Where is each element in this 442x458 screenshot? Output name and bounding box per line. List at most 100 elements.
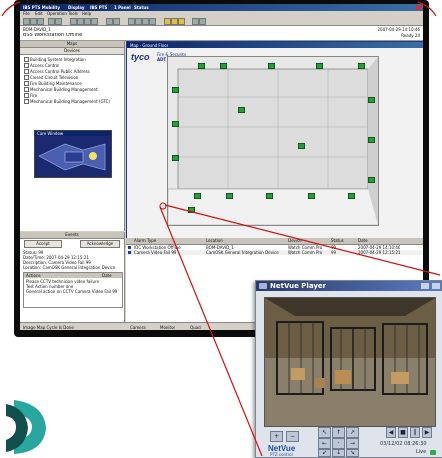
toolbar-button[interactable] — [135, 18, 142, 25]
toolbar — [20, 17, 423, 26]
date-column-header[interactable]: Date — [102, 273, 112, 278]
rewind-button[interactable]: ◀ — [386, 427, 396, 438]
toolbar-button[interactable] — [164, 18, 171, 25]
tab-status[interactable]: Status — [134, 5, 149, 10]
acknowledge-button[interactable]: Acknowledge — [80, 240, 120, 248]
map-window[interactable]: Map - Ground Floor tyco Fire & Security … — [126, 41, 423, 239]
expand-icon[interactable] — [24, 69, 29, 74]
camera-icon[interactable] — [268, 63, 275, 69]
minimize-icon[interactable] — [421, 283, 429, 289]
camera-icon[interactable] — [226, 193, 233, 199]
camera-icon[interactable] — [308, 193, 315, 199]
column-alarm-type[interactable]: Alarm Type — [134, 238, 156, 243]
toolbar-button[interactable] — [106, 18, 113, 25]
menu-operation[interactable]: Operation — [47, 11, 67, 16]
zoom-out-button[interactable]: − — [286, 431, 299, 442]
camera-icon[interactable] — [198, 63, 205, 69]
toolbar-button[interactable] — [199, 18, 206, 25]
camera-icon[interactable] — [266, 193, 273, 199]
zoom-in-button[interactable]: + — [270, 431, 283, 442]
expand-icon[interactable] — [24, 75, 29, 80]
expand-icon[interactable] — [24, 99, 29, 104]
expand-icon[interactable] — [24, 63, 29, 68]
toolbar-button[interactable] — [192, 18, 199, 25]
toolbar-button[interactable] — [70, 18, 77, 25]
actions-column-header[interactable]: Actions — [26, 273, 41, 278]
toolbar-button[interactable] — [149, 18, 156, 25]
camera-icon[interactable] — [316, 63, 323, 69]
camera-icon[interactable] — [348, 193, 355, 199]
toolbar-button[interactable] — [77, 18, 84, 25]
menu-tools[interactable]: Tools — [68, 11, 78, 16]
tab-panel[interactable]: 1 Panel — [114, 5, 131, 10]
camera-icon[interactable] — [188, 207, 195, 213]
tab-ibs-pts[interactable]: IBS PTS — [90, 5, 107, 10]
ptz-home-button[interactable]: · — [332, 438, 345, 449]
toolbar-button[interactable] — [113, 18, 120, 25]
toolbar-button[interactable] — [142, 18, 149, 25]
map-window-title: Map - Ground Floor — [130, 43, 169, 48]
toolbar-button[interactable] — [84, 18, 91, 25]
expand-icon[interactable] — [24, 81, 29, 86]
camera-icon[interactable] — [368, 177, 375, 183]
close-icon[interactable] — [416, 5, 421, 10]
tab-display[interactable]: Display — [68, 5, 85, 10]
camera-icon[interactable] — [298, 143, 305, 149]
column-date[interactable]: Date — [358, 238, 368, 243]
toolbar-button[interactable] — [91, 18, 98, 25]
expand-icon[interactable] — [24, 93, 29, 98]
events-panel-title: Events — [20, 232, 124, 239]
camera-icon[interactable] — [238, 107, 245, 113]
ptz-left-button[interactable]: ← — [318, 438, 331, 449]
menu-edit[interactable]: Edit — [35, 11, 43, 16]
column-device[interactable]: Device — [288, 238, 302, 243]
ptz-right-button[interactable]: → — [346, 438, 359, 449]
player-titlebar: NetVue Player — [256, 281, 442, 291]
netvue-player-window[interactable]: NetVue Player + − NetVue PTZ control ↖ ↑… — [255, 280, 442, 458]
camera-icon[interactable] — [172, 155, 179, 161]
devices-header: Devices — [20, 48, 124, 55]
table-row[interactable]: Camera Video Fail 99 CamOSK General Inte… — [126, 250, 423, 255]
actions-list: Actions Date Please CCTV technician vide… — [23, 272, 123, 308]
expand-icon[interactable] — [24, 57, 29, 62]
live-label: Live — [416, 449, 427, 455]
toolbar-button[interactable] — [37, 18, 44, 25]
camera-window[interactable]: Cam Window — [34, 130, 112, 178]
toolbar-button[interactable] — [30, 18, 37, 25]
menu-file[interactable]: File — [23, 11, 30, 16]
info-ready: Ready 24 — [401, 33, 420, 38]
expand-icon[interactable] — [24, 87, 29, 92]
ptz-up-button[interactable]: ↑ — [332, 427, 345, 438]
camera-icon[interactable] — [194, 193, 201, 199]
camera-icon[interactable] — [172, 121, 179, 127]
menu-help[interactable]: Help — [82, 11, 91, 16]
camera-icon[interactable] — [368, 97, 375, 103]
camera-icon[interactable] — [358, 63, 365, 69]
video-feed[interactable] — [264, 297, 436, 427]
play-button[interactable]: ▶ — [422, 427, 432, 438]
accept-button[interactable]: Accept — [24, 240, 62, 248]
event-grid-header: Alarm Type Location Device Status Date — [126, 238, 423, 245]
ptz-up-left-button[interactable]: ↖ — [318, 427, 331, 438]
status-message: Image Map Cycle Is Done — [23, 325, 74, 330]
toolbar-button[interactable] — [48, 18, 55, 25]
toolbar-button[interactable] — [128, 18, 135, 25]
column-location[interactable]: Location — [206, 238, 223, 243]
app-title: IBS PTS Mobility — [23, 5, 60, 10]
ptz-up-right-button[interactable]: ↗ — [346, 427, 359, 438]
floor-plan[interactable] — [167, 56, 379, 226]
toolbar-button[interactable] — [23, 18, 30, 25]
toolbar-button[interactable] — [171, 18, 178, 25]
toolbar-button[interactable] — [178, 18, 185, 25]
list-item[interactable]: General action on CCTV Camera Video Fail… — [26, 289, 120, 294]
stop-button[interactable]: ■ — [398, 427, 408, 438]
camera-icon[interactable] — [368, 137, 375, 143]
pause-button[interactable]: ‖ — [410, 427, 420, 438]
toolbar-button[interactable] — [55, 18, 62, 25]
camera-icon[interactable] — [220, 63, 227, 69]
cell-status: 99 — [331, 250, 337, 255]
close-icon[interactable] — [432, 283, 440, 289]
status-monitor: Monitor — [160, 325, 176, 330]
camera-icon[interactable] — [172, 87, 179, 93]
column-status[interactable]: Status — [331, 238, 344, 243]
